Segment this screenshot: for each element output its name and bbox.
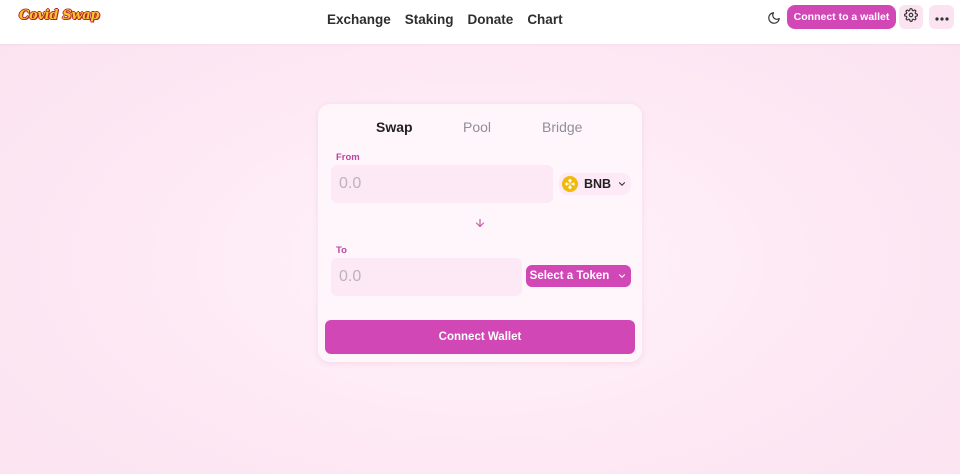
tab-pool[interactable]: Pool	[463, 118, 491, 136]
swap-card: Swap Pool Bridge From BNB To Selec	[318, 104, 642, 362]
main-nav: Exchange Staking Donate Chart	[327, 11, 563, 29]
to-label: To	[336, 245, 347, 256]
more-button[interactable]	[929, 5, 954, 29]
nav-donate[interactable]: Donate	[468, 11, 514, 29]
select-token-label: Select a Token	[529, 270, 610, 282]
from-amount-input[interactable]	[331, 165, 553, 203]
connect-to-wallet-button[interactable]: Connect to a wallet	[787, 5, 896, 29]
from-label: From	[336, 152, 360, 163]
nav-chart[interactable]: Chart	[527, 11, 562, 29]
to-amount-input[interactable]	[331, 258, 522, 296]
connect-wallet-button[interactable]: Connect Wallet	[325, 320, 635, 354]
nav-staking[interactable]: Staking	[405, 11, 454, 29]
swap-tabs: Swap Pool Bridge	[318, 118, 642, 138]
more-icon	[934, 8, 949, 26]
select-token-button[interactable]: Select a Token	[526, 265, 631, 287]
chevron-down-icon	[619, 274, 626, 278]
nav-exchange[interactable]: Exchange	[327, 11, 391, 29]
moon-icon[interactable]	[765, 9, 783, 27]
bnb-icon	[562, 176, 578, 192]
chevron-down-icon	[619, 182, 626, 186]
logo[interactable]: Covid Swap	[19, 8, 100, 23]
swap-direction-arrow-icon[interactable]	[474, 216, 486, 228]
settings-button[interactable]	[899, 5, 923, 29]
tab-bridge[interactable]: Bridge	[542, 118, 582, 136]
tab-swap[interactable]: Swap	[376, 118, 413, 136]
top-nav-bar: Covid Swap Exchange Staking Donate Chart…	[0, 0, 960, 44]
from-token-select[interactable]: BNB	[559, 173, 631, 195]
from-token-symbol: BNB	[584, 177, 612, 191]
gear-icon	[904, 7, 918, 27]
